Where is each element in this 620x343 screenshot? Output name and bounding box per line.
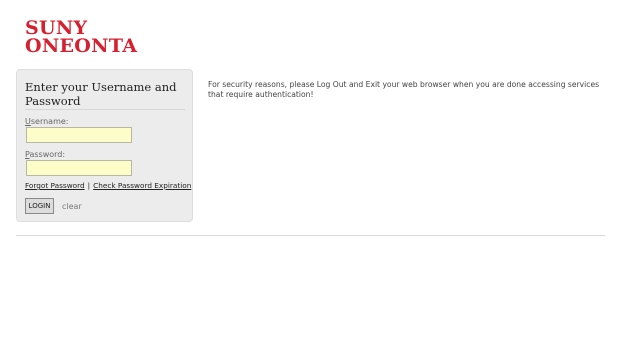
check-password-expiration-link[interactable]: Check Password Expiration <box>93 181 191 190</box>
password-input[interactable] <box>26 160 132 176</box>
clear-link[interactable]: clear <box>62 202 82 211</box>
login-button[interactable]: LOGIN <box>25 198 54 214</box>
username-label-text: sername: <box>30 117 69 126</box>
suny-oneonta-logo: SUNY ONEONTA <box>25 19 138 57</box>
title-divider <box>25 109 185 110</box>
password-label-text: assword: <box>29 150 66 159</box>
login-panel: Enter your Username and Password Usernam… <box>16 69 193 222</box>
username-input[interactable] <box>26 127 132 143</box>
login-title: Enter your Username and Password <box>25 80 177 108</box>
account-links: Forgot Password | Check Password Expiratio… <box>25 181 191 190</box>
security-notice: For security reasons, please Log Out and… <box>208 80 600 99</box>
logo-line-oneonta: ONEONTA <box>25 35 138 57</box>
password-label: Password: <box>25 150 65 159</box>
username-label: Username: <box>25 117 68 126</box>
footer-divider <box>16 235 605 236</box>
links-separator: | <box>87 181 91 190</box>
forgot-password-link[interactable]: Forgot Password <box>25 181 85 190</box>
